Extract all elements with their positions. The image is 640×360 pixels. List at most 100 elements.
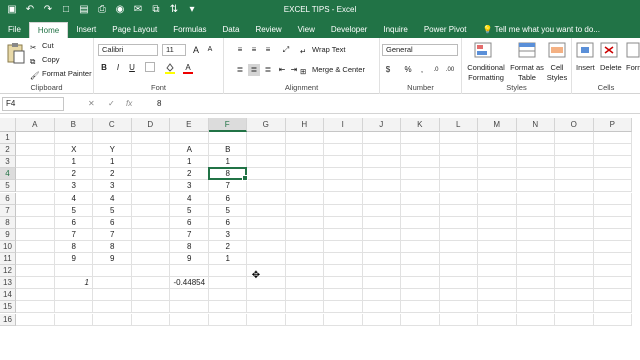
column-header-g[interactable]: G <box>247 118 286 132</box>
align-top-icon[interactable]: ≡ <box>234 44 246 56</box>
cell[interactable] <box>247 132 286 145</box>
cell[interactable] <box>555 156 594 169</box>
cell[interactable] <box>478 204 517 217</box>
cell[interactable] <box>516 277 555 290</box>
format-as-table-button[interactable]: Format as Table <box>510 63 544 83</box>
cell[interactable] <box>208 265 247 278</box>
cell[interactable] <box>208 132 247 145</box>
cell[interactable] <box>16 313 55 326</box>
cell[interactable] <box>324 240 363 253</box>
cell[interactable] <box>555 240 594 253</box>
cell[interactable] <box>401 240 440 253</box>
cell[interactable] <box>593 132 632 145</box>
cell[interactable] <box>593 204 632 217</box>
cell[interactable] <box>131 144 170 157</box>
cell[interactable] <box>247 204 286 217</box>
cell[interactable] <box>362 180 401 193</box>
column-header-a[interactable]: A <box>16 118 55 132</box>
cell[interactable] <box>170 313 209 326</box>
cell[interactable] <box>247 240 286 253</box>
cell[interactable] <box>131 132 170 145</box>
cell[interactable] <box>478 192 517 205</box>
fill-color-icon[interactable] <box>164 62 176 74</box>
cell[interactable] <box>16 180 55 193</box>
cell[interactable] <box>478 277 517 290</box>
increase-indent-icon[interactable]: ⇥ <box>288 64 300 76</box>
cell[interactable] <box>324 265 363 278</box>
row-header-3[interactable]: 3 <box>0 156 16 169</box>
cell[interactable] <box>439 168 478 181</box>
cell[interactable] <box>324 253 363 266</box>
cell[interactable] <box>131 216 170 229</box>
cell[interactable] <box>478 144 517 157</box>
format-painter-button[interactable]: 🖌 Format Painter <box>30 69 92 81</box>
cell[interactable] <box>516 265 555 278</box>
cell[interactable] <box>516 301 555 314</box>
cell[interactable] <box>593 277 632 290</box>
cell[interactable] <box>516 240 555 253</box>
cell[interactable] <box>131 265 170 278</box>
cell[interactable] <box>324 204 363 217</box>
cell[interactable] <box>555 228 594 241</box>
row-header-9[interactable]: 9 <box>0 228 16 241</box>
cell[interactable] <box>285 289 324 302</box>
tab-home[interactable]: Home <box>28 22 69 38</box>
cell[interactable] <box>16 228 55 241</box>
cell[interactable] <box>516 289 555 302</box>
cell[interactable] <box>555 180 594 193</box>
cell[interactable] <box>16 192 55 205</box>
cell[interactable] <box>16 289 55 302</box>
cell[interactable] <box>285 180 324 193</box>
cell[interactable] <box>593 216 632 229</box>
cell[interactable] <box>516 192 555 205</box>
cell[interactable] <box>285 156 324 169</box>
cell[interactable] <box>285 253 324 266</box>
cell[interactable] <box>516 156 555 169</box>
cell[interactable] <box>516 253 555 266</box>
column-header-c[interactable]: C <box>93 118 132 132</box>
cell[interactable] <box>516 216 555 229</box>
select-all-corner[interactable] <box>0 118 16 132</box>
cell[interactable] <box>439 301 478 314</box>
format-button[interactable]: Form <box>626 63 640 73</box>
cell[interactable] <box>401 289 440 302</box>
cut-button[interactable]: ✂ Cut <box>30 41 54 53</box>
cell[interactable] <box>362 301 401 314</box>
cell[interactable] <box>516 144 555 157</box>
cell[interactable] <box>401 192 440 205</box>
row-header-13[interactable]: 13 <box>0 277 16 290</box>
cell[interactable] <box>247 313 286 326</box>
cell[interactable] <box>285 265 324 278</box>
cell[interactable] <box>16 144 55 157</box>
cell[interactable] <box>516 132 555 145</box>
cell[interactable] <box>555 204 594 217</box>
cell[interactable] <box>54 289 93 302</box>
align-center-icon[interactable]: ≣ <box>248 64 260 76</box>
italic-button[interactable]: I <box>112 62 124 74</box>
cell[interactable] <box>208 301 247 314</box>
cell[interactable] <box>16 265 55 278</box>
cell[interactable] <box>362 216 401 229</box>
cell[interactable] <box>131 253 170 266</box>
column-header-d[interactable]: D <box>131 118 170 132</box>
cell[interactable] <box>401 204 440 217</box>
cell[interactable] <box>478 301 517 314</box>
cell[interactable] <box>401 168 440 181</box>
cell[interactable] <box>439 228 478 241</box>
cell[interactable] <box>16 156 55 169</box>
cell[interactable] <box>131 168 170 181</box>
cell[interactable] <box>555 289 594 302</box>
cell[interactable] <box>285 313 324 326</box>
cell[interactable] <box>247 156 286 169</box>
cell[interactable] <box>401 144 440 157</box>
insert-function-icon[interactable]: fx <box>126 97 132 111</box>
cell[interactable] <box>516 204 555 217</box>
row-header-7[interactable]: 7 <box>0 204 16 217</box>
cell[interactable] <box>555 253 594 266</box>
column-header-p[interactable]: P <box>593 118 632 132</box>
cell[interactable] <box>131 277 170 290</box>
cell[interactable] <box>555 144 594 157</box>
column-header-e[interactable]: E <box>170 118 209 132</box>
cell[interactable] <box>593 228 632 241</box>
cell[interactable] <box>362 132 401 145</box>
